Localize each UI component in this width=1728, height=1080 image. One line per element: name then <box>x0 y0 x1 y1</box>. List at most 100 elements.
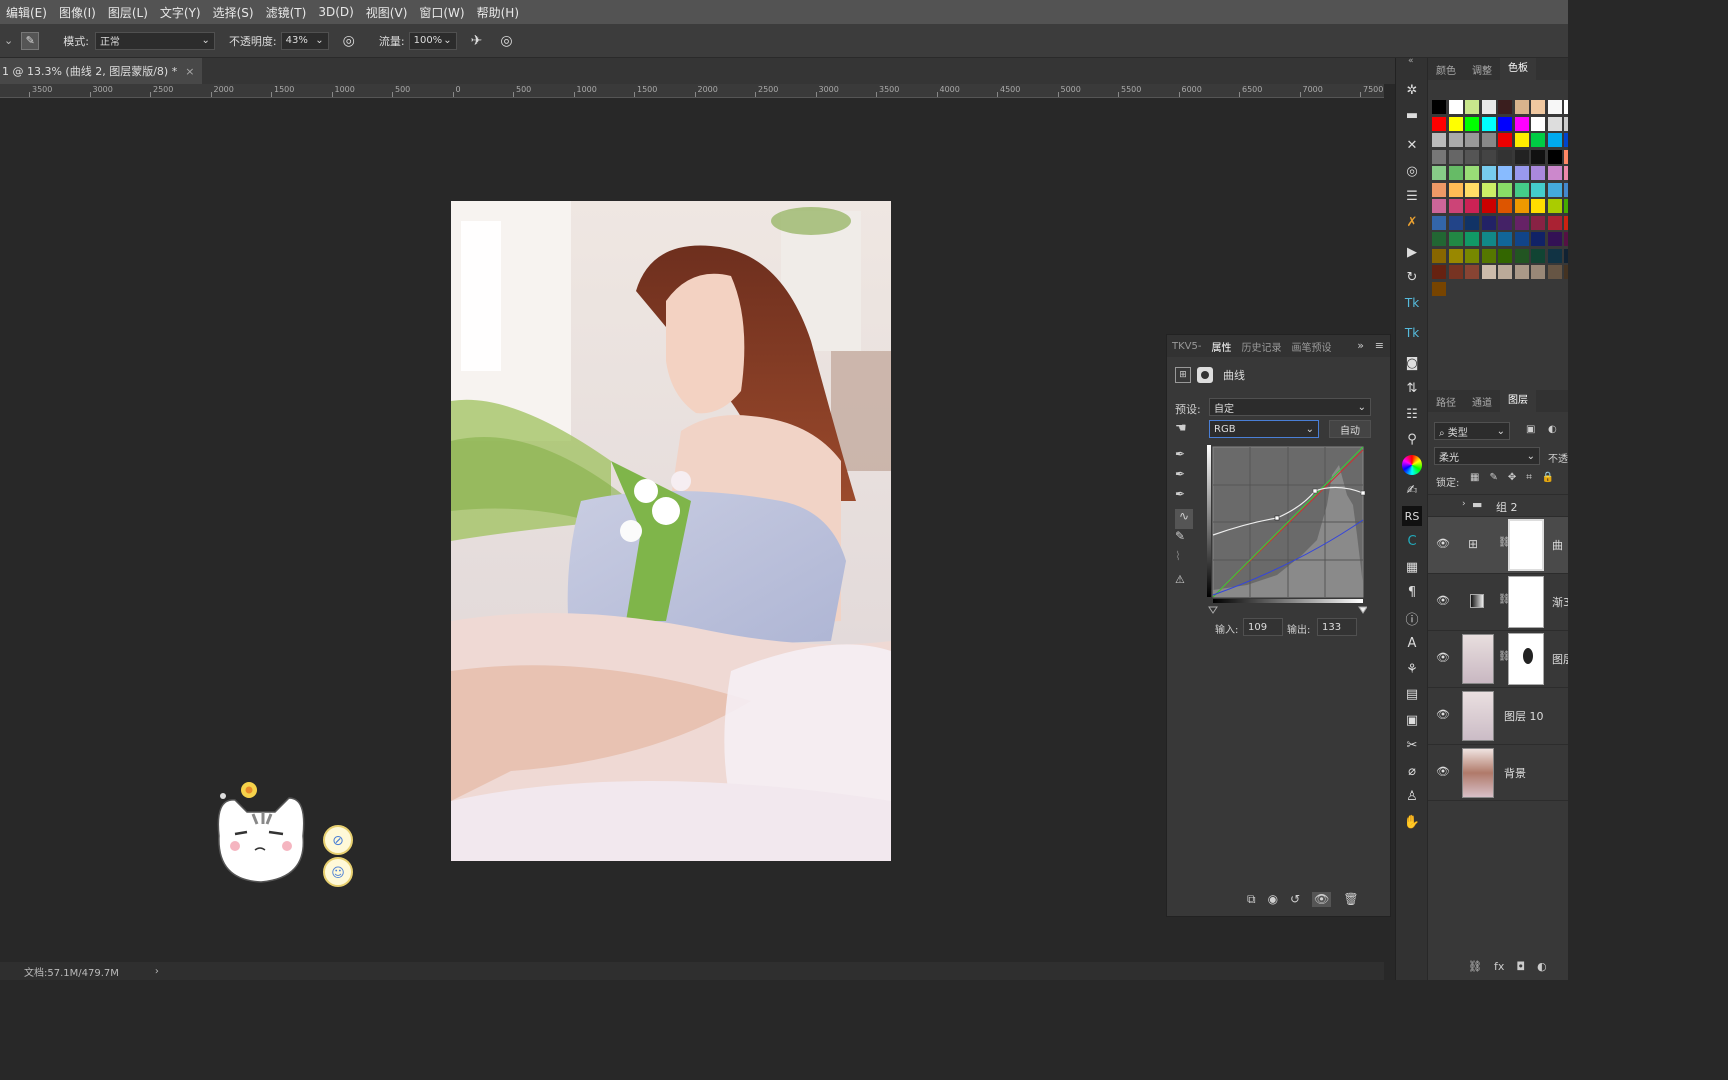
hand-icon[interactable]: ✋ <box>1402 812 1422 832</box>
color-swatch[interactable] <box>1465 133 1479 147</box>
panel-menu-icon[interactable]: ≡ <box>1375 339 1384 352</box>
color-swatch[interactable] <box>1547 116 1562 131</box>
gray-point-eyedropper-icon[interactable]: ✒ <box>1175 467 1193 487</box>
color-swatch[interactable] <box>1547 182 1562 197</box>
visibility-eye-icon[interactable]: 👁 <box>1436 651 1450 664</box>
color-swatch[interactable] <box>1448 182 1463 197</box>
preset-select[interactable]: 自定 ⌄ <box>1209 398 1371 416</box>
pen-icon[interactable]: ✍ <box>1402 481 1422 501</box>
color-swatch[interactable] <box>1564 265 1568 279</box>
cross-icon[interactable]: ✗ <box>1402 212 1422 232</box>
menu-item[interactable]: 视图(V) <box>360 4 414 21</box>
color-swatch[interactable] <box>1547 166 1562 180</box>
add-mask-icon[interactable]: ◘ <box>1516 960 1525 973</box>
link-layers-icon[interactable]: ⛓ <box>1468 960 1482 973</box>
close-tab-icon[interactable]: × <box>185 65 194 78</box>
filter-adjustment-icon[interactable]: ◐ <box>1548 424 1557 435</box>
visibility-toggle-icon[interactable]: 👁 <box>1312 892 1332 907</box>
type-icon[interactable]: A <box>1402 634 1422 654</box>
color-swatch[interactable] <box>1465 149 1479 164</box>
properties-tab[interactable]: 画笔预设 <box>1286 339 1336 354</box>
menu-item[interactable]: 编辑(E) <box>0 4 53 21</box>
color-swatch[interactable] <box>1564 215 1568 230</box>
lock-position-icon[interactable]: ✥ <box>1508 472 1516 483</box>
color-swatch[interactable] <box>1514 166 1529 180</box>
color-swatch[interactable] <box>1547 199 1562 213</box>
color-swatch[interactable] <box>1498 232 1512 246</box>
color-swatch[interactable] <box>1448 215 1463 230</box>
properties-tab[interactable]: 属性 <box>1206 339 1236 354</box>
color-swatch[interactable] <box>1498 166 1512 180</box>
document-tab[interactable]: 1 @ 13.3% (曲线 2, 图层蒙版/8) * × <box>0 58 203 84</box>
flow-field[interactable]: 100% ⌄ <box>408 31 457 50</box>
color-swatch[interactable] <box>1481 199 1496 213</box>
color-swatch[interactable] <box>1448 199 1463 213</box>
white-point-eyedropper-icon[interactable]: ✒ <box>1175 487 1193 509</box>
color-swatch[interactable] <box>1564 199 1568 213</box>
mode-select[interactable]: 正常 ⌄ <box>94 31 215 50</box>
color-swatch[interactable] <box>1448 100 1463 114</box>
color-swatch[interactable] <box>1531 182 1545 197</box>
color-swatch[interactable] <box>1564 133 1568 147</box>
blend-mode-select[interactable]: 柔光 ⌄ <box>1434 447 1540 465</box>
fx-icon[interactable]: fx <box>1494 960 1504 973</box>
color-swatch[interactable] <box>1465 182 1479 197</box>
lock-all-icon[interactable]: 🔒 <box>1542 472 1554 483</box>
clipping-warning-icon[interactable]: ⚠ <box>1175 573 1193 593</box>
color-swatch[interactable] <box>1448 232 1463 246</box>
view-previous-icon[interactable]: ◉ <box>1268 892 1278 907</box>
properties-tab[interactable]: TKV5- <box>1167 341 1206 352</box>
color-swatch[interactable] <box>1514 149 1529 164</box>
reset-icon[interactable]: ↺ <box>1290 892 1300 907</box>
document-photo[interactable] <box>451 201 891 861</box>
color-swatch[interactable] <box>1498 182 1512 197</box>
color-swatch[interactable] <box>1432 265 1446 279</box>
layer-thumbnail[interactable] <box>1462 691 1494 741</box>
color-swatch[interactable] <box>1432 281 1446 296</box>
color-swatch[interactable] <box>1564 248 1568 263</box>
c-icon[interactable]: C <box>1402 532 1422 552</box>
color-swatch[interactable] <box>1481 116 1496 131</box>
color-swatch[interactable] <box>1465 116 1479 131</box>
output-field[interactable]: 133 <box>1317 618 1357 636</box>
layer-row-curves[interactable]: 👁 ⊞ ⛓ 曲 <box>1428 516 1568 573</box>
color-swatch[interactable] <box>1498 116 1512 131</box>
color-swatch[interactable] <box>1481 100 1496 114</box>
color-swatch[interactable] <box>1481 215 1496 230</box>
menu-item[interactable]: 窗口(W) <box>413 4 470 21</box>
color-swatch[interactable] <box>1514 133 1529 147</box>
color-swatch[interactable] <box>1514 199 1529 213</box>
layers-panel-tab[interactable]: 路径 <box>1428 394 1464 409</box>
layer-comp-icon[interactable]: ▤ <box>1402 685 1422 705</box>
color-swatch[interactable] <box>1448 265 1463 279</box>
tk-icon[interactable]: Tk <box>1402 323 1422 343</box>
color-swatch[interactable] <box>1498 149 1512 164</box>
color-swatch[interactable] <box>1564 182 1568 197</box>
color-swatch[interactable] <box>1514 116 1529 131</box>
target-adjust-hand-icon[interactable]: ☚ <box>1175 421 1187 436</box>
mask-icon[interactable] <box>1197 367 1213 383</box>
color-swatch[interactable] <box>1531 133 1545 147</box>
notes-icon[interactable]: ▣ <box>1402 710 1422 730</box>
color-swatch[interactable] <box>1481 166 1496 180</box>
filter-icon[interactable]: ◎ <box>1402 161 1422 181</box>
panel-expand-icon[interactable]: » <box>1357 339 1364 352</box>
x-icon[interactable]: ✕ <box>1402 136 1422 156</box>
curve-point-tool-icon[interactable]: ∿ <box>1175 509 1193 529</box>
color-swatch[interactable] <box>1547 149 1562 164</box>
color-swatch[interactable] <box>1514 100 1529 114</box>
menu-item[interactable]: 图层(L) <box>102 4 154 21</box>
auto-button[interactable]: 自动 <box>1329 420 1371 438</box>
color-swatch[interactable] <box>1498 265 1512 279</box>
color-swatch[interactable] <box>1498 248 1512 263</box>
color-swatch[interactable] <box>1481 248 1496 263</box>
smooth-curve-icon[interactable]: ⌇ <box>1175 549 1193 573</box>
layer-thumbnail[interactable] <box>1462 748 1494 798</box>
bulb-icon[interactable]: ♙ <box>1402 787 1422 807</box>
color-swatch[interactable] <box>1564 116 1568 131</box>
color-swatch[interactable] <box>1514 265 1529 279</box>
visibility-eye-icon[interactable]: 👁 <box>1436 765 1450 778</box>
layer-filter-select[interactable]: ⌕ 类型 ⌄ <box>1434 422 1510 440</box>
color-swatch[interactable] <box>1531 166 1545 180</box>
lock-paint-icon[interactable]: ✎ <box>1489 472 1497 483</box>
